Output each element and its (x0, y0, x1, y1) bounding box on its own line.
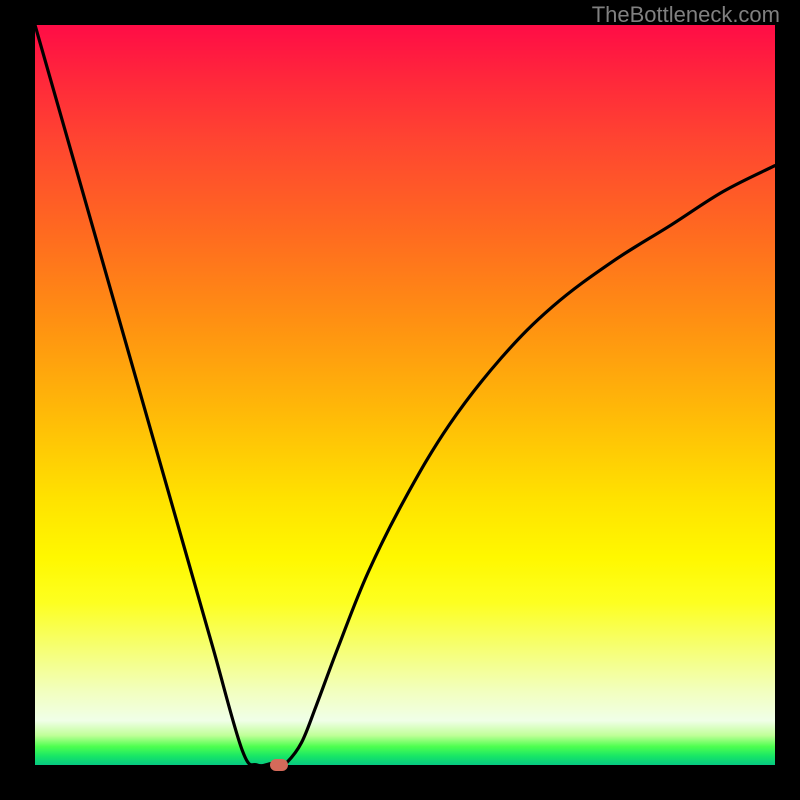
bottleneck-curve (35, 25, 775, 765)
plot-area (35, 25, 775, 765)
optimal-point-marker (270, 759, 288, 771)
watermark-text: TheBottleneck.com (592, 2, 780, 28)
chart-container: TheBottleneck.com (0, 0, 800, 800)
